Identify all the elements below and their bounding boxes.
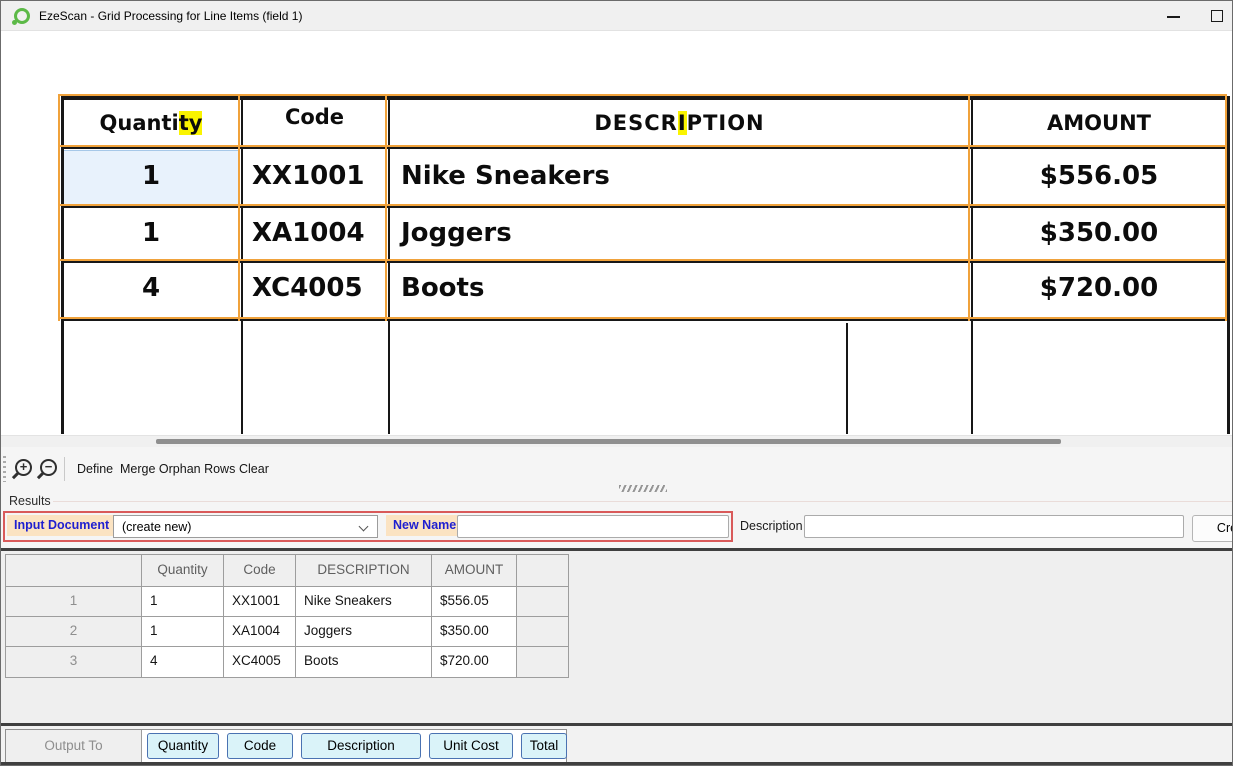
- grid-column-amount[interactable]: AMOUNT: [432, 555, 517, 587]
- output-button-total[interactable]: Total: [521, 733, 567, 759]
- zone-overlay-line: [58, 145, 1227, 147]
- minus-glyph: −: [42, 460, 55, 473]
- scan-cell-amount: $350.00: [971, 218, 1227, 248]
- input-document-dropdown[interactable]: (create new): [113, 515, 378, 538]
- minimize-icon[interactable]: [1167, 16, 1180, 18]
- scan-table-gridline: [61, 206, 1230, 208]
- splitter-grip[interactable]: [619, 485, 667, 492]
- results-grid[interactable]: Quantity Code DESCRIPTION AMOUNT 1 1 XX1…: [5, 554, 569, 678]
- ezescan-logo-dot: [12, 20, 17, 25]
- grid-cell-qty[interactable]: 1: [142, 617, 224, 647]
- pane-separator: [1, 548, 1232, 551]
- scan-cell-desc: Joggers: [401, 218, 512, 248]
- scan-cell-desc: Boots: [401, 273, 484, 303]
- grid-cell-code[interactable]: XX1001: [224, 587, 296, 617]
- grid-column-quantity[interactable]: Quantity: [142, 555, 224, 587]
- plus-glyph: +: [17, 460, 30, 473]
- new-name-label: New Name: [386, 515, 463, 536]
- output-buttons: Quantity Code Description Unit Cost Tota…: [142, 733, 567, 759]
- zone-overlay-line: [58, 204, 1227, 206]
- scan-cell-qty: 4: [61, 273, 241, 303]
- grid-cell-desc[interactable]: Joggers: [296, 617, 432, 647]
- scan-header-amount: AMOUNT: [971, 111, 1227, 135]
- scan-header-description: DESCRIPTION: [388, 111, 971, 135]
- grid-cell-code[interactable]: XA1004: [224, 617, 296, 647]
- grid-column-extra: [517, 555, 568, 587]
- toolbar-item-clear[interactable]: Clear: [239, 462, 269, 476]
- output-to-label: Output To: [6, 730, 142, 762]
- zone-overlay-line: [58, 317, 1227, 319]
- grid-cell-extra: [517, 647, 568, 677]
- scan-cell-desc: Nike Sneakers: [401, 161, 610, 191]
- scan-header-code: Code: [241, 105, 388, 129]
- scan-table-gridline: [61, 96, 1230, 100]
- scan-header-quantity: Quantity: [61, 111, 241, 135]
- scan-table-gridline: [61, 147, 1230, 149]
- grid-row-number[interactable]: 3: [6, 647, 142, 677]
- scan-cell-code: XX1001: [252, 161, 364, 191]
- scan-table-gridline: [846, 323, 848, 434]
- chevron-down-icon: [359, 522, 369, 532]
- toolbar-grip-handle[interactable]: [3, 456, 6, 482]
- scan-cell-amount: $720.00: [971, 273, 1227, 303]
- horizontal-scrollbar-thumb[interactable]: [156, 439, 1061, 444]
- app-window: EzeScan - Grid Processing for Line Items…: [0, 0, 1233, 766]
- grid-cell-desc[interactable]: Boots: [296, 647, 432, 677]
- scan-header-quantity-highlight: ty: [179, 111, 203, 135]
- scan-header-description-text2: PTION: [687, 111, 765, 135]
- output-button-unit-cost[interactable]: Unit Cost: [429, 733, 513, 759]
- description-input[interactable]: [804, 515, 1184, 538]
- maximize-icon[interactable]: [1211, 10, 1223, 22]
- zone-overlay-line: [58, 94, 1227, 96]
- output-to-box: Output To Quantity Code Description Unit…: [5, 729, 567, 763]
- output-button-description[interactable]: Description: [301, 733, 421, 759]
- toolbar-item-define[interactable]: Define: [77, 462, 113, 476]
- scan-table-gridline: [61, 319, 1230, 321]
- grid-cell-extra: [517, 617, 568, 647]
- grid-cell-extra: [517, 587, 568, 617]
- titlebar: EzeScan - Grid Processing for Line Items…: [1, 1, 1232, 31]
- window-bottom-border: [1, 762, 1232, 765]
- input-document-value: (create new): [122, 520, 191, 534]
- pane-separator: [1, 723, 1232, 726]
- grid-column-description[interactable]: DESCRIPTION: [296, 555, 432, 587]
- scan-cell-qty: 1: [61, 161, 241, 191]
- zoom-out-icon[interactable]: −: [40, 459, 57, 476]
- grid-row-number[interactable]: 2: [6, 617, 142, 647]
- toolbar-separator: [64, 457, 65, 481]
- grid-corner-cell: [6, 555, 142, 587]
- grid-cell-qty[interactable]: 4: [142, 647, 224, 677]
- grid-cell-amount[interactable]: $556.05: [432, 587, 517, 617]
- grid-column-code[interactable]: Code: [224, 555, 296, 587]
- scan-cell-amount: $556.05: [971, 161, 1227, 191]
- scan-cell-code: XA1004: [252, 218, 365, 248]
- window-title: EzeScan - Grid Processing for Line Items…: [39, 9, 302, 23]
- scan-header-quantity-text: Quanti: [100, 111, 179, 135]
- output-button-code[interactable]: Code: [227, 733, 293, 759]
- create-button[interactable]: Cre: [1192, 515, 1233, 542]
- grid-cell-qty[interactable]: 1: [142, 587, 224, 617]
- zoom-in-icon[interactable]: +: [15, 459, 32, 476]
- input-document-label: Input Document: [7, 515, 116, 536]
- scan-header-description-highlight: I: [678, 111, 687, 135]
- grid-cell-desc[interactable]: Nike Sneakers: [296, 587, 432, 617]
- scan-header-description-text: DESCR: [594, 111, 677, 135]
- scan-cell-qty: 1: [61, 218, 241, 248]
- new-name-input[interactable]: [457, 515, 729, 538]
- description-label: Description: [740, 519, 803, 533]
- results-group-label: Results: [9, 494, 51, 508]
- zone-overlay-line: [58, 94, 60, 321]
- toolbar-item-merge-orphan-rows[interactable]: Merge Orphan Rows: [120, 462, 235, 476]
- results-groupbox-line: [53, 501, 1233, 502]
- grid-cell-amount[interactable]: $350.00: [432, 617, 517, 647]
- scan-table-gridline: [61, 261, 1230, 263]
- grid-cell-code[interactable]: XC4005: [224, 647, 296, 677]
- grid-cell-amount[interactable]: $720.00: [432, 647, 517, 677]
- zone-overlay-line: [58, 259, 1227, 261]
- grid-row-number[interactable]: 1: [6, 587, 142, 617]
- output-button-quantity[interactable]: Quantity: [147, 733, 219, 759]
- scan-cell-code: XC4005: [252, 273, 363, 303]
